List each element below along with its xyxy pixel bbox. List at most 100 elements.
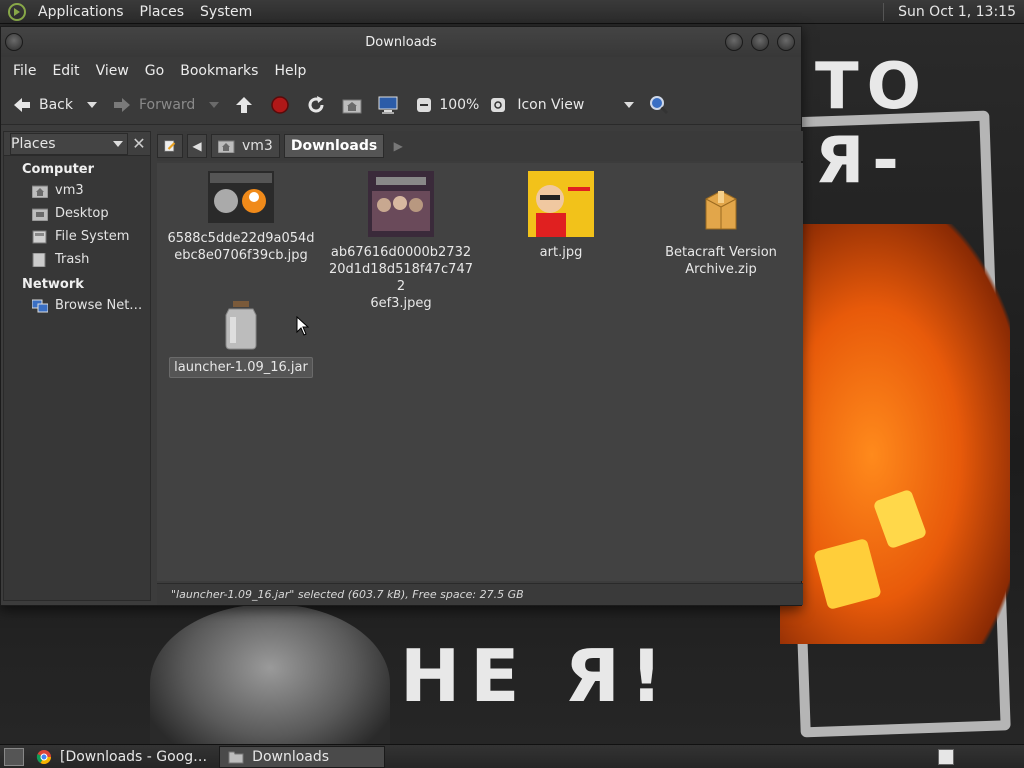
file-item[interactable]: ab67616d0000b2732 20d1d18d518f47c7472 6e…	[321, 171, 481, 313]
file-name: Betacraft Version Archive.zip	[665, 245, 777, 277]
image-thumbnail-icon	[368, 171, 434, 237]
taskbar-item-label: Downloads	[252, 748, 330, 765]
menu-go[interactable]: Go	[137, 63, 172, 79]
sidebar-header: Places ✕	[4, 132, 150, 156]
wallpaper-painting	[780, 224, 1010, 644]
sidebar: Places ✕ Computer vm3 Desktop File Syste…	[3, 131, 151, 601]
computer-icon	[377, 94, 399, 116]
mouse-cursor-icon	[296, 316, 310, 336]
maximize-button[interactable]	[751, 33, 769, 51]
chrome-icon	[36, 749, 52, 765]
close-button[interactable]	[777, 33, 795, 51]
view-mode-label: Icon View	[517, 96, 585, 113]
view-mode-dropdown[interactable]	[614, 90, 644, 120]
file-item[interactable]: Betacraft Version Archive.zip	[641, 171, 801, 279]
zoom-in-button[interactable]: Icon View	[483, 90, 588, 120]
reload-button[interactable]	[301, 90, 337, 120]
icon-view[interactable]: 6588c5dde22d9a054d ebc8e0706f39cb.jpg ab…	[157, 163, 803, 581]
places-menu[interactable]: Places	[132, 0, 193, 24]
wallpaper-text-bottom: НЕ Я!	[400, 634, 673, 718]
sidebar-item-browse-network[interactable]: Browse Net…	[4, 294, 150, 317]
clock[interactable]: Sun Oct 1, 13:15	[890, 4, 1024, 20]
sidebar-item-trash[interactable]: Trash	[4, 248, 150, 271]
folder-icon	[228, 749, 244, 765]
sidebar-item-label: Desktop	[55, 206, 109, 221]
distro-logo-icon[interactable]	[8, 2, 26, 21]
bottom-panel: [Downloads - Goog… Downloads	[0, 744, 1024, 768]
back-label: Back	[39, 96, 73, 113]
show-desktop-button[interactable]	[4, 747, 24, 766]
search-button[interactable]	[644, 90, 680, 120]
forward-history-dropdown[interactable]	[199, 90, 229, 120]
panel-separator	[883, 2, 885, 21]
zoom-in-icon	[487, 94, 509, 116]
zoom-out-icon	[413, 94, 435, 116]
window-title: Downloads	[365, 34, 437, 50]
sidebar-item-label: Browse Net…	[55, 298, 143, 313]
menu-help[interactable]: Help	[266, 63, 314, 79]
file-item[interactable]: launcher-1.09_16.jar	[161, 299, 321, 378]
workspace-switcher[interactable]	[938, 748, 954, 765]
taskbar-item-label: [Downloads - Goog…	[60, 748, 208, 765]
chevron-down-icon	[87, 101, 97, 108]
menubar: File Edit View Go Bookmarks Help	[1, 57, 801, 85]
computer-button[interactable]	[373, 90, 409, 120]
sidebar-section-network: Network	[22, 277, 84, 292]
minimize-button[interactable]	[725, 33, 743, 51]
file-item[interactable]: 6588c5dde22d9a054d ebc8e0706f39cb.jpg	[161, 171, 321, 265]
system-menu[interactable]: System	[192, 0, 260, 24]
home-button[interactable]	[337, 90, 373, 120]
path-segment-vm3[interactable]: vm3	[211, 134, 280, 158]
sidebar-item-vm3[interactable]: vm3	[4, 179, 150, 202]
zoom-level: 100%	[439, 96, 480, 113]
image-thumbnail-icon	[208, 171, 274, 223]
content-area: Places ✕ Computer vm3 Desktop File Syste…	[1, 127, 803, 605]
taskbar-item-chrome[interactable]: [Downloads - Goog…	[28, 746, 215, 768]
sidebar-item-label: Trash	[55, 252, 90, 267]
menu-edit[interactable]: Edit	[44, 63, 87, 79]
window-menu-button[interactable]	[5, 33, 23, 51]
menu-bookmarks[interactable]: Bookmarks	[172, 63, 266, 79]
home-folder-icon	[218, 140, 235, 153]
zoom-out-button[interactable]: 100%	[409, 90, 483, 120]
file-name: ab67616d0000b2732 20d1d18d518f47c7472 6e…	[328, 245, 473, 311]
file-item[interactable]: art.jpg	[481, 171, 641, 262]
archive-icon	[705, 190, 737, 230]
back-button[interactable]: Back	[7, 90, 77, 120]
close-icon[interactable]: ✕	[128, 134, 150, 153]
up-button[interactable]	[229, 90, 265, 120]
forward-button[interactable]: Forward	[107, 90, 199, 120]
applications-menu[interactable]: Applications	[30, 0, 132, 24]
sidebar-type-select[interactable]: Places	[10, 132, 128, 155]
back-arrow-icon	[11, 94, 33, 116]
home-folder-icon	[341, 94, 363, 116]
sidebar-item-label: vm3	[55, 183, 84, 198]
path-scroll-left-button[interactable]: ◀	[187, 134, 207, 158]
file-name: 6588c5dde22d9a054d ebc8e0706f39cb.jpg	[167, 231, 315, 263]
back-history-dropdown[interactable]	[77, 90, 107, 120]
taskbar-item-downloads[interactable]: Downloads	[219, 745, 386, 768]
home-folder-icon	[32, 184, 48, 198]
sidebar-item-file-system[interactable]: File System	[4, 225, 150, 248]
sidebar-item-desktop[interactable]: Desktop	[4, 202, 150, 225]
reload-icon	[305, 94, 327, 116]
chevron-down-icon	[209, 101, 220, 108]
up-arrow-icon	[233, 94, 255, 116]
path-segment-label: Downloads	[290, 138, 378, 154]
menu-view[interactable]: View	[88, 63, 137, 79]
path-scroll-right-button[interactable]: ▶	[388, 134, 408, 158]
sidebar-item-label: File System	[55, 229, 130, 244]
path-segment-downloads[interactable]: Downloads	[283, 134, 385, 158]
wallpaper-text-top: ТО Я-	[815, 50, 930, 198]
chevron-down-icon	[624, 101, 635, 108]
chevron-down-icon	[113, 140, 123, 147]
forward-label: Forward	[139, 96, 196, 113]
main-pane: ◀ vm3 Downloads ▶ 6588c5dde22d9a054d ebc…	[157, 131, 803, 605]
window-titlebar[interactable]: Downloads	[1, 27, 801, 57]
file-manager-window: Downloads File Edit View Go Bookmarks He…	[0, 26, 803, 606]
forward-arrow-icon	[111, 94, 133, 116]
menu-file[interactable]: File	[5, 63, 44, 79]
stop-button[interactable]	[265, 90, 301, 120]
toggle-location-entry-button[interactable]	[157, 134, 183, 158]
search-icon	[648, 94, 670, 116]
